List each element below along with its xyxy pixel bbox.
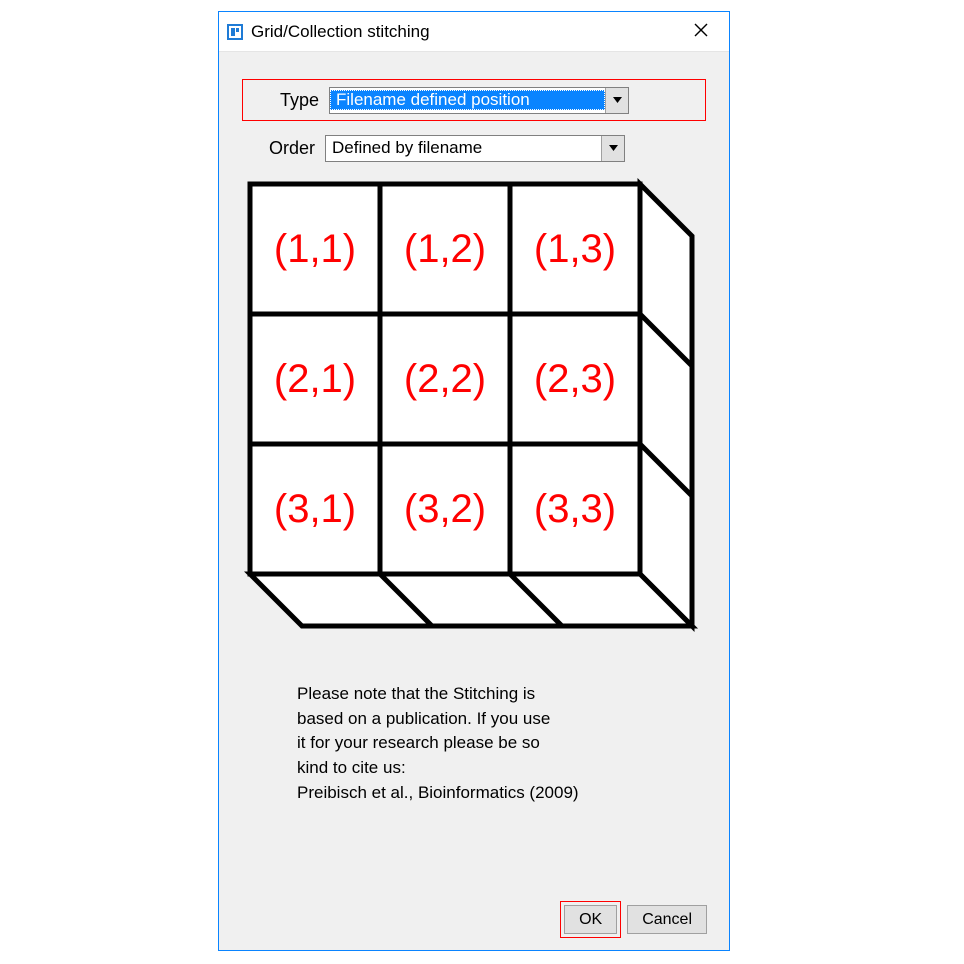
order-row: Order Defined by filename bbox=[243, 130, 705, 166]
note-line: kind to cite us: bbox=[297, 756, 677, 781]
app-icon bbox=[227, 24, 243, 40]
dialog-body: Type Filename defined position Order Def… bbox=[219, 52, 729, 817]
grid-cell: (3,1) bbox=[250, 444, 380, 574]
type-select-value: Filename defined position bbox=[330, 90, 605, 110]
order-label: Order bbox=[243, 138, 325, 159]
grid-cell: (1,1) bbox=[250, 184, 380, 314]
citation-note: Please note that the Stitching is based … bbox=[297, 682, 677, 805]
grid-cell: (2,1) bbox=[250, 314, 380, 444]
window-title: Grid/Collection stitching bbox=[251, 22, 681, 42]
grid-cell: (2,3) bbox=[510, 314, 640, 444]
grid-cell: (2,2) bbox=[380, 314, 510, 444]
cancel-button[interactable]: Cancel bbox=[627, 905, 707, 934]
note-line: it for your research please be so bbox=[297, 731, 677, 756]
grid-illustration: (1,1) (1,2) (1,3) (2,1) (2,2) (2,3) (3,1… bbox=[244, 178, 704, 658]
type-row: Type Filename defined position bbox=[243, 80, 705, 120]
note-line: Preibisch et al., Bioinformatics (2009) bbox=[297, 781, 677, 806]
note-line: Please note that the Stitching is bbox=[297, 682, 677, 707]
type-label: Type bbox=[247, 90, 329, 111]
type-select[interactable]: Filename defined position bbox=[329, 87, 629, 114]
grid-cell: (1,3) bbox=[510, 184, 640, 314]
titlebar: Grid/Collection stitching bbox=[219, 12, 729, 52]
ok-button[interactable]: OK bbox=[564, 905, 617, 934]
dialog-buttons: OK Cancel bbox=[564, 905, 707, 934]
chevron-down-icon bbox=[601, 136, 624, 161]
order-select[interactable]: Defined by filename bbox=[325, 135, 625, 162]
close-button[interactable] bbox=[681, 21, 721, 42]
dialog-window: Grid/Collection stitching Type Filename … bbox=[218, 11, 730, 951]
close-icon bbox=[694, 23, 708, 37]
grid-cell: (3,2) bbox=[380, 444, 510, 574]
order-select-value: Defined by filename bbox=[326, 138, 601, 158]
grid-cell: (1,2) bbox=[380, 184, 510, 314]
note-line: based on a publication. If you use bbox=[297, 707, 677, 732]
grid-cell: (3,3) bbox=[510, 444, 640, 574]
chevron-down-icon bbox=[605, 88, 628, 113]
